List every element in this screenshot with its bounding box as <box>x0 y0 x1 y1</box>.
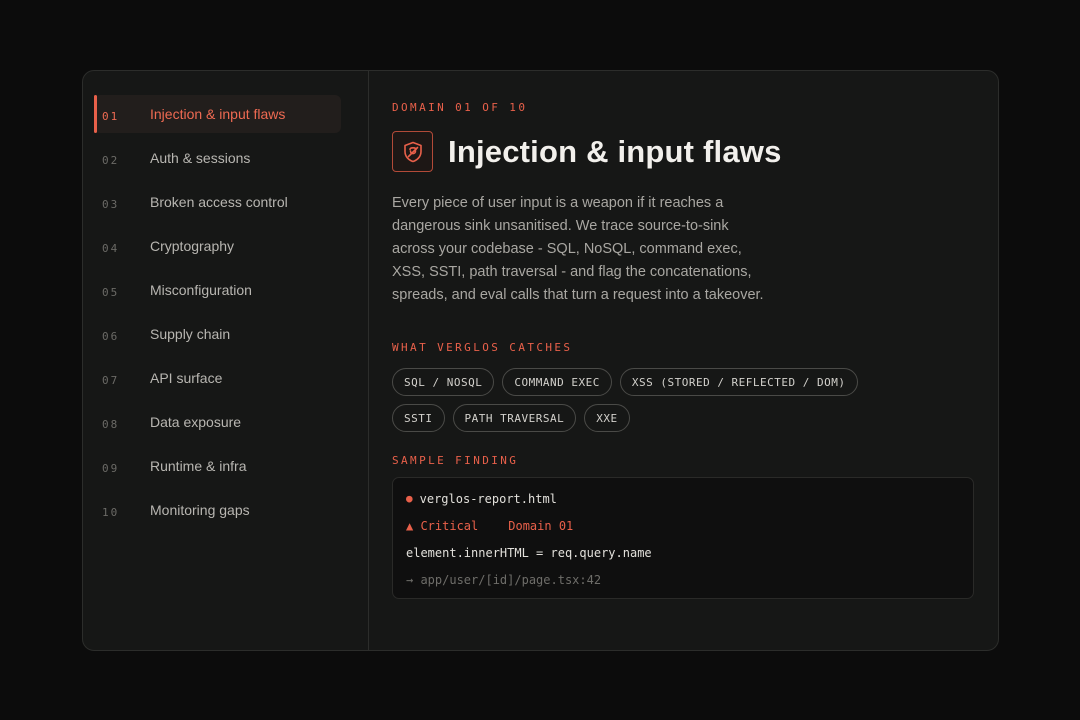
sidebar-item-label: Misconfiguration <box>150 282 252 298</box>
sidebar-item-label: Runtime & infra <box>150 458 247 474</box>
sidebar-item-label: Injection & input flaws <box>150 106 286 122</box>
sidebar-item-auth[interactable]: 02 Auth & sessions <box>94 139 341 177</box>
severity-badge: ▲ Critical <box>406 519 479 533</box>
sidebar-item-supply-chain[interactable]: 06 Supply chain <box>94 315 341 353</box>
domain-counter: DOMAIN 01 OF 10 <box>392 101 528 114</box>
finding-path: → app/user/[id]/page.tsx:42 <box>406 573 602 587</box>
status-dot-icon: ● <box>406 492 413 505</box>
sidebar-item-injection[interactable]: 01 Injection & input flaws <box>94 95 341 133</box>
sidebar-item-number: 03 <box>102 197 120 211</box>
catches-label: WHAT VERGLOS CATCHES <box>392 341 573 354</box>
sidebar-item-label: API surface <box>150 370 223 386</box>
domain-sidebar: 01 Injection & input flaws 02 Auth & ses… <box>83 71 369 650</box>
finding-code: element.innerHTML = req.query.name <box>406 546 652 560</box>
sidebar-item-number: 08 <box>102 417 120 431</box>
sidebar-item-runtime-infra[interactable]: 09 Runtime & infra <box>94 447 341 485</box>
sidebar-item-label: Monitoring gaps <box>150 502 250 518</box>
sidebar-item-number: 10 <box>102 505 120 519</box>
sidebar-item-api-surface[interactable]: 07 API surface <box>94 359 341 397</box>
sidebar-item-access-control[interactable]: 03 Broken access control <box>94 183 341 221</box>
catches-tag-list: SQL / NOSQL COMMAND EXEC XSS (STORED / R… <box>392 368 922 440</box>
sidebar-item-number: 05 <box>102 285 120 299</box>
sidebar-item-misconfiguration[interactable]: 05 Misconfiguration <box>94 271 341 309</box>
sidebar-item-number: 01 <box>102 109 120 123</box>
sidebar-item-data-exposure[interactable]: 08 Data exposure <box>94 403 341 441</box>
tag-command-exec: COMMAND EXEC <box>502 368 612 396</box>
sidebar-item-number: 02 <box>102 153 120 167</box>
sidebar-item-cryptography[interactable]: 04 Cryptography <box>94 227 341 265</box>
tag-ssti: SSTI <box>392 404 445 432</box>
domain-panel: 01 Injection & input flaws 02 Auth & ses… <box>82 70 999 651</box>
sidebar-item-number: 04 <box>102 241 120 255</box>
finding-filename: verglos-report.html <box>419 492 557 506</box>
finding-domain: Domain 01 <box>508 519 574 533</box>
sample-finding-label: SAMPLE FINDING <box>392 454 519 467</box>
shield-bug-icon <box>392 131 433 172</box>
page-title: Injection & input flaws <box>448 133 782 169</box>
sidebar-item-label: Supply chain <box>150 326 231 342</box>
sidebar-item-monitoring-gaps[interactable]: 10 Monitoring gaps <box>94 491 341 529</box>
sidebar-item-number: 07 <box>102 373 120 387</box>
domain-description: Every piece of user input is a weapon if… <box>392 195 764 303</box>
sidebar-item-label: Cryptography <box>150 238 235 254</box>
tag-sql-nosql: SQL / NOSQL <box>392 368 495 396</box>
title-row: Injection & input flaws <box>392 131 974 172</box>
finding-path-row: → app/user/[id]/page.tsx:42 <box>406 573 960 600</box>
sidebar-item-number: 09 <box>102 461 120 475</box>
finding-file-row: ● verglos-report.html <box>406 492 960 519</box>
tag-xxe: XXE <box>584 404 630 432</box>
sidebar-item-number: 06 <box>102 329 120 343</box>
finding-code-row: element.innerHTML = req.query.name <box>406 546 960 573</box>
sidebar-item-label: Broken access control <box>150 194 288 210</box>
sidebar-item-label: Auth & sessions <box>150 150 251 166</box>
finding-severity-row: ▲ Critical Domain 01 <box>406 519 960 546</box>
tag-path-traversal: PATH TRAVERSAL <box>452 404 577 432</box>
tag-xss: XSS (STORED / REFLECTED / DOM) <box>619 368 858 396</box>
domain-detail: DOMAIN 01 OF 10 Injection & input flaws … <box>369 71 998 650</box>
sidebar-item-label: Data exposure <box>150 414 242 430</box>
sample-finding-card: ● verglos-report.html ▲ Critical Domain … <box>392 477 974 599</box>
